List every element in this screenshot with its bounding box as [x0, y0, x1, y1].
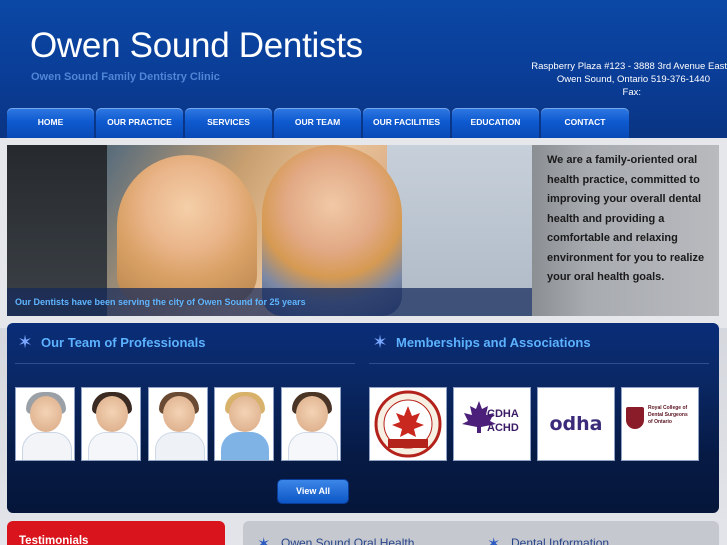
site-subtitle: Owen Sound Family Dentistry Clinic: [31, 71, 220, 83]
nav-our-team[interactable]: OUR TEAM: [274, 108, 361, 138]
rcdso-text-line: Royal College of: [648, 405, 688, 411]
crest-icon: [626, 407, 644, 429]
address-line-fax: Fax:: [622, 87, 641, 98]
team-memberships-panel: ✶ Our Team of Professionals ✶ Membership…: [7, 323, 719, 513]
cdha-text: CDHA: [487, 408, 519, 420]
hero-image: Our Dentists have been serving the city …: [7, 145, 532, 316]
star-icon: ✶: [17, 332, 33, 352]
oral-health-title[interactable]: Owen Sound Oral Health: [281, 536, 414, 545]
team-photo[interactable]: [15, 387, 75, 461]
rcdso-text-line: Dental Surgeons: [648, 412, 688, 418]
testimonials-panel: Testimonials: [7, 521, 225, 545]
nav-our-practice[interactable]: OUR PRACTICE: [96, 108, 183, 138]
star-icon: ✶: [372, 332, 388, 352]
nav-our-facilities[interactable]: OUR FACILITIES: [363, 108, 450, 138]
rcdso-text-line: of Ontario: [648, 419, 672, 425]
view-all-button[interactable]: View All: [278, 480, 348, 503]
rcdso-text: Royal College of Dental Surgeons of Onta…: [648, 405, 696, 426]
address-line-street: Raspberry Plaza #123 - 3888 3rd Avenue E…: [531, 61, 727, 72]
odha-text: odha: [549, 413, 603, 435]
star-icon: ✶: [257, 536, 271, 545]
team-photo[interactable]: [148, 387, 208, 461]
cda-seal-icon: [374, 390, 442, 458]
site-title[interactable]: Owen Sound Dentists: [30, 26, 363, 66]
photo-face: [30, 396, 62, 432]
intro-text: We are a family-oriented oral health pra…: [547, 154, 705, 283]
site-header: Owen Sound Dentists Owen Sound Family De…: [0, 0, 727, 138]
nav-education[interactable]: EDUCATION: [452, 108, 539, 138]
team-photo[interactable]: [214, 387, 274, 461]
divider: [15, 363, 355, 364]
testimonials-title: Testimonials: [19, 535, 89, 545]
cdha-mark: CDHA ACHD: [457, 394, 527, 454]
photo-body: [288, 432, 338, 460]
address-line-city-phone: Owen Sound, Ontario 519-376-1440: [556, 74, 710, 85]
team-photo[interactable]: [281, 387, 341, 461]
photo-body: [88, 432, 138, 460]
dental-information-title[interactable]: Dental Information: [511, 536, 609, 545]
team-photo[interactable]: [81, 387, 141, 461]
page: Owen Sound Dentists Owen Sound Family De…: [0, 0, 727, 545]
intro-box: We are a family-oriented oral health pra…: [532, 145, 719, 316]
photo-face: [163, 396, 195, 432]
rcdso-mark: Royal College of Dental Surgeons of Onta…: [624, 399, 696, 449]
achd-text: ACHD: [487, 422, 519, 434]
nav-home[interactable]: HOME: [7, 108, 94, 138]
photo-face: [296, 396, 328, 432]
memberships-section-title: Memberships and Associations: [396, 335, 591, 350]
cdha-logo[interactable]: CDHA ACHD: [453, 387, 531, 461]
divider: [369, 363, 709, 364]
team-section-title: Our Team of Professionals: [41, 335, 206, 350]
hero-caption: Our Dentists have been serving the city …: [7, 288, 532, 316]
info-panel: ✶ Owen Sound Oral Health ✶ Dental Inform…: [243, 521, 719, 545]
nav-services[interactable]: SERVICES: [185, 108, 272, 138]
photo-body: [221, 432, 269, 460]
photo-face: [96, 396, 128, 432]
child-patient-graphic: [117, 155, 257, 305]
star-icon: ✶: [487, 536, 501, 545]
photo-face: [229, 396, 261, 432]
odha-logo[interactable]: odha: [537, 387, 615, 461]
rcdso-logo[interactable]: Royal College of Dental Surgeons of Onta…: [621, 387, 699, 461]
photo-body: [22, 432, 72, 460]
nav-contact[interactable]: CONTACT: [541, 108, 629, 138]
photo-body: [155, 432, 205, 460]
clinic-address: Raspberry Plaza #123 - 3888 3rd Avenue E…: [517, 60, 727, 99]
cda-member-logo[interactable]: [369, 387, 447, 461]
